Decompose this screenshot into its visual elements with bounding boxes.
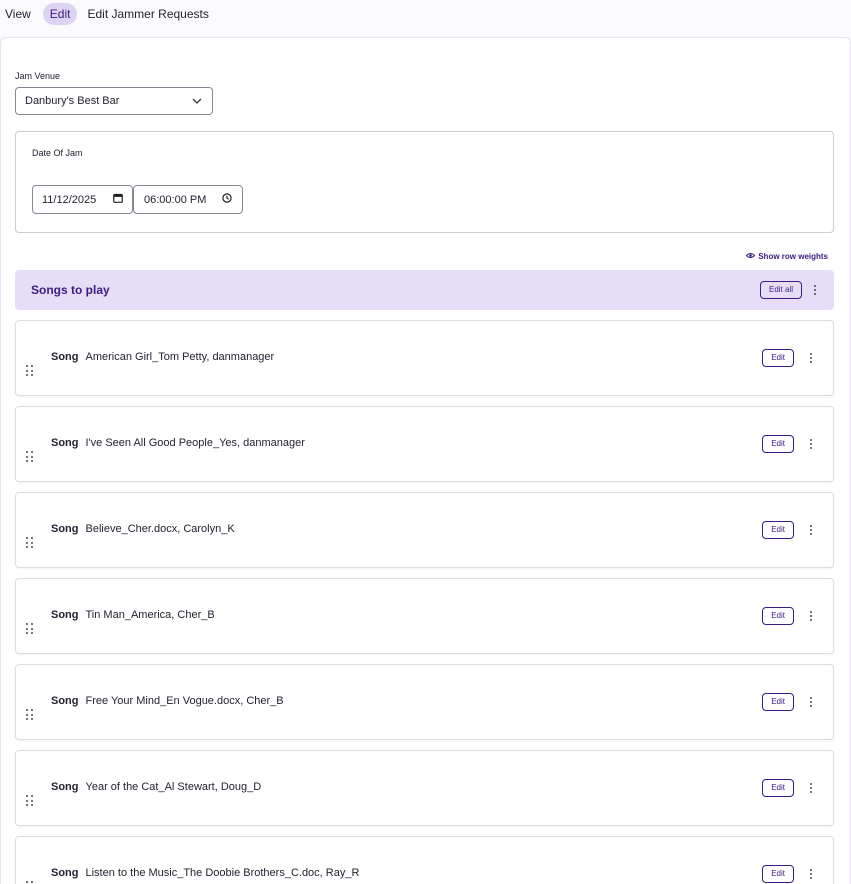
song-title: Free Your Mind_En Vogue.docx, Cher_B	[85, 695, 284, 707]
drag-handle-icon[interactable]	[26, 623, 34, 635]
edit-song-button[interactable]: Edit	[762, 779, 794, 797]
edit-card: Jam Venue Danbury's Best Bar Date Of Jam…	[0, 37, 851, 884]
edit-song-button[interactable]: Edit	[762, 693, 794, 711]
group-title: Songs to play	[31, 283, 110, 297]
song-row-actions: Edit	[762, 693, 816, 711]
drag-handle-icon[interactable]	[26, 795, 34, 807]
date-label: Date Of Jam	[32, 148, 83, 158]
song-row-text: Song Year of the Cat_Al Stewart, Doug_D	[51, 781, 261, 793]
more-options-icon[interactable]	[806, 781, 816, 795]
edit-song-button[interactable]: Edit	[762, 349, 794, 367]
venue-select[interactable]: Danbury's Best Bar	[15, 87, 213, 115]
tab-edit[interactable]: Edit	[42, 3, 78, 25]
more-options-icon[interactable]	[810, 283, 820, 297]
more-options-icon[interactable]	[806, 437, 816, 451]
song-type-label: Song	[51, 351, 79, 363]
chevron-down-icon	[192, 96, 202, 106]
date-input[interactable]: 11/12/2025	[32, 185, 133, 214]
song-type-label: Song	[51, 867, 79, 879]
song-row-text: Song Tin Man_America, Cher_B	[51, 609, 215, 621]
song-title: Year of the Cat_Al Stewart, Doug_D	[85, 781, 262, 793]
clock-icon[interactable]	[222, 193, 232, 206]
group-header-actions: Edit all	[759, 281, 820, 299]
drag-handle-icon[interactable]	[26, 537, 34, 549]
song-title: I've Seen All Good People_Yes, danmanage…	[85, 437, 305, 449]
song-type-label: Song	[51, 695, 79, 707]
song-row-text: Song Free Your Mind_En Vogue.docx, Cher_B	[51, 695, 284, 707]
song-row-text: Song Believe_Cher.docx, Carolyn_K	[51, 523, 235, 535]
song-row[interactable]: Song I've Seen All Good People_Yes, danma…	[15, 406, 834, 482]
song-row-actions: Edit	[762, 435, 816, 453]
more-options-icon[interactable]	[806, 351, 816, 365]
edit-all-button[interactable]: Edit all	[759, 281, 802, 299]
song-row-actions: Edit	[762, 865, 816, 883]
tab-edit-jammer-requests[interactable]: Edit Jammer Requests	[81, 3, 214, 25]
song-title: Believe_Cher.docx, Carolyn_K	[85, 523, 235, 535]
edit-song-button[interactable]: Edit	[762, 521, 794, 539]
date-of-jam-group: Date Of Jam 11/12/2025 06:00:00 PM	[15, 131, 834, 233]
song-row[interactable]: Song American Girl_Tom Petty, danmanager E…	[15, 320, 834, 396]
song-title: American Girl_Tom Petty, danmanager	[85, 351, 275, 363]
venue-label: Jam Venue	[15, 71, 61, 81]
song-row[interactable]: Song Listen to the Music_The Doobie Broth…	[15, 836, 834, 884]
venue-select-value: Danbury's Best Bar	[25, 95, 120, 107]
song-row-text: Song Listen to the Music_The Doobie Broth…	[51, 867, 359, 879]
song-row[interactable]: Song Believe_Cher.docx, Carolyn_K Edit	[15, 492, 834, 568]
song-type-label: Song	[51, 437, 79, 449]
song-row[interactable]: Song Tin Man_America, Cher_B Edit	[15, 578, 834, 654]
song-row-text: Song American Girl_Tom Petty, danmanager	[51, 351, 274, 363]
edit-song-button[interactable]: Edit	[762, 865, 794, 883]
song-row-actions: Edit	[762, 521, 816, 539]
calendar-icon[interactable]	[113, 193, 123, 206]
song-title: Tin Man_America, Cher_B	[85, 609, 215, 621]
show-row-weights-toggle[interactable]: Show row weights	[746, 252, 828, 261]
eye-icon	[746, 252, 756, 261]
more-options-icon[interactable]	[806, 609, 816, 623]
song-row[interactable]: Song Free Your Mind_En Vogue.docx, Cher_B…	[15, 664, 834, 740]
more-options-icon[interactable]	[806, 695, 816, 709]
song-row-text: Song I've Seen All Good People_Yes, danma…	[51, 437, 305, 449]
more-options-icon[interactable]	[806, 867, 816, 881]
song-type-label: Song	[51, 609, 79, 621]
songs-group-header: Songs to play Edit all	[15, 270, 834, 310]
song-list: Song American Girl_Tom Petty, danmanager E…	[15, 320, 834, 884]
song-row-actions: Edit	[762, 349, 816, 367]
time-input[interactable]: 06:00:00 PM	[133, 185, 243, 214]
edit-song-button[interactable]: Edit	[762, 435, 794, 453]
more-options-icon[interactable]	[806, 523, 816, 537]
song-row-actions: Edit	[762, 607, 816, 625]
show-row-weights-label: Show row weights	[758, 252, 828, 261]
drag-handle-icon[interactable]	[26, 451, 34, 463]
tab-bar: View Edit Edit Jammer Requests	[0, 3, 215, 25]
drag-handle-icon[interactable]	[26, 709, 34, 721]
song-type-label: Song	[51, 781, 79, 793]
song-row[interactable]: Song Year of the Cat_Al Stewart, Doug_D Ed…	[15, 750, 834, 826]
edit-song-button[interactable]: Edit	[762, 607, 794, 625]
song-type-label: Song	[51, 523, 79, 535]
date-input-value: 11/12/2025	[42, 193, 97, 206]
time-input-value: 06:00:00 PM	[144, 193, 207, 206]
drag-handle-icon[interactable]	[26, 365, 34, 377]
tab-view[interactable]: View	[0, 3, 37, 25]
song-title: Listen to the Music_The Doobie Brothers_…	[85, 867, 360, 879]
song-row-actions: Edit	[762, 779, 816, 797]
